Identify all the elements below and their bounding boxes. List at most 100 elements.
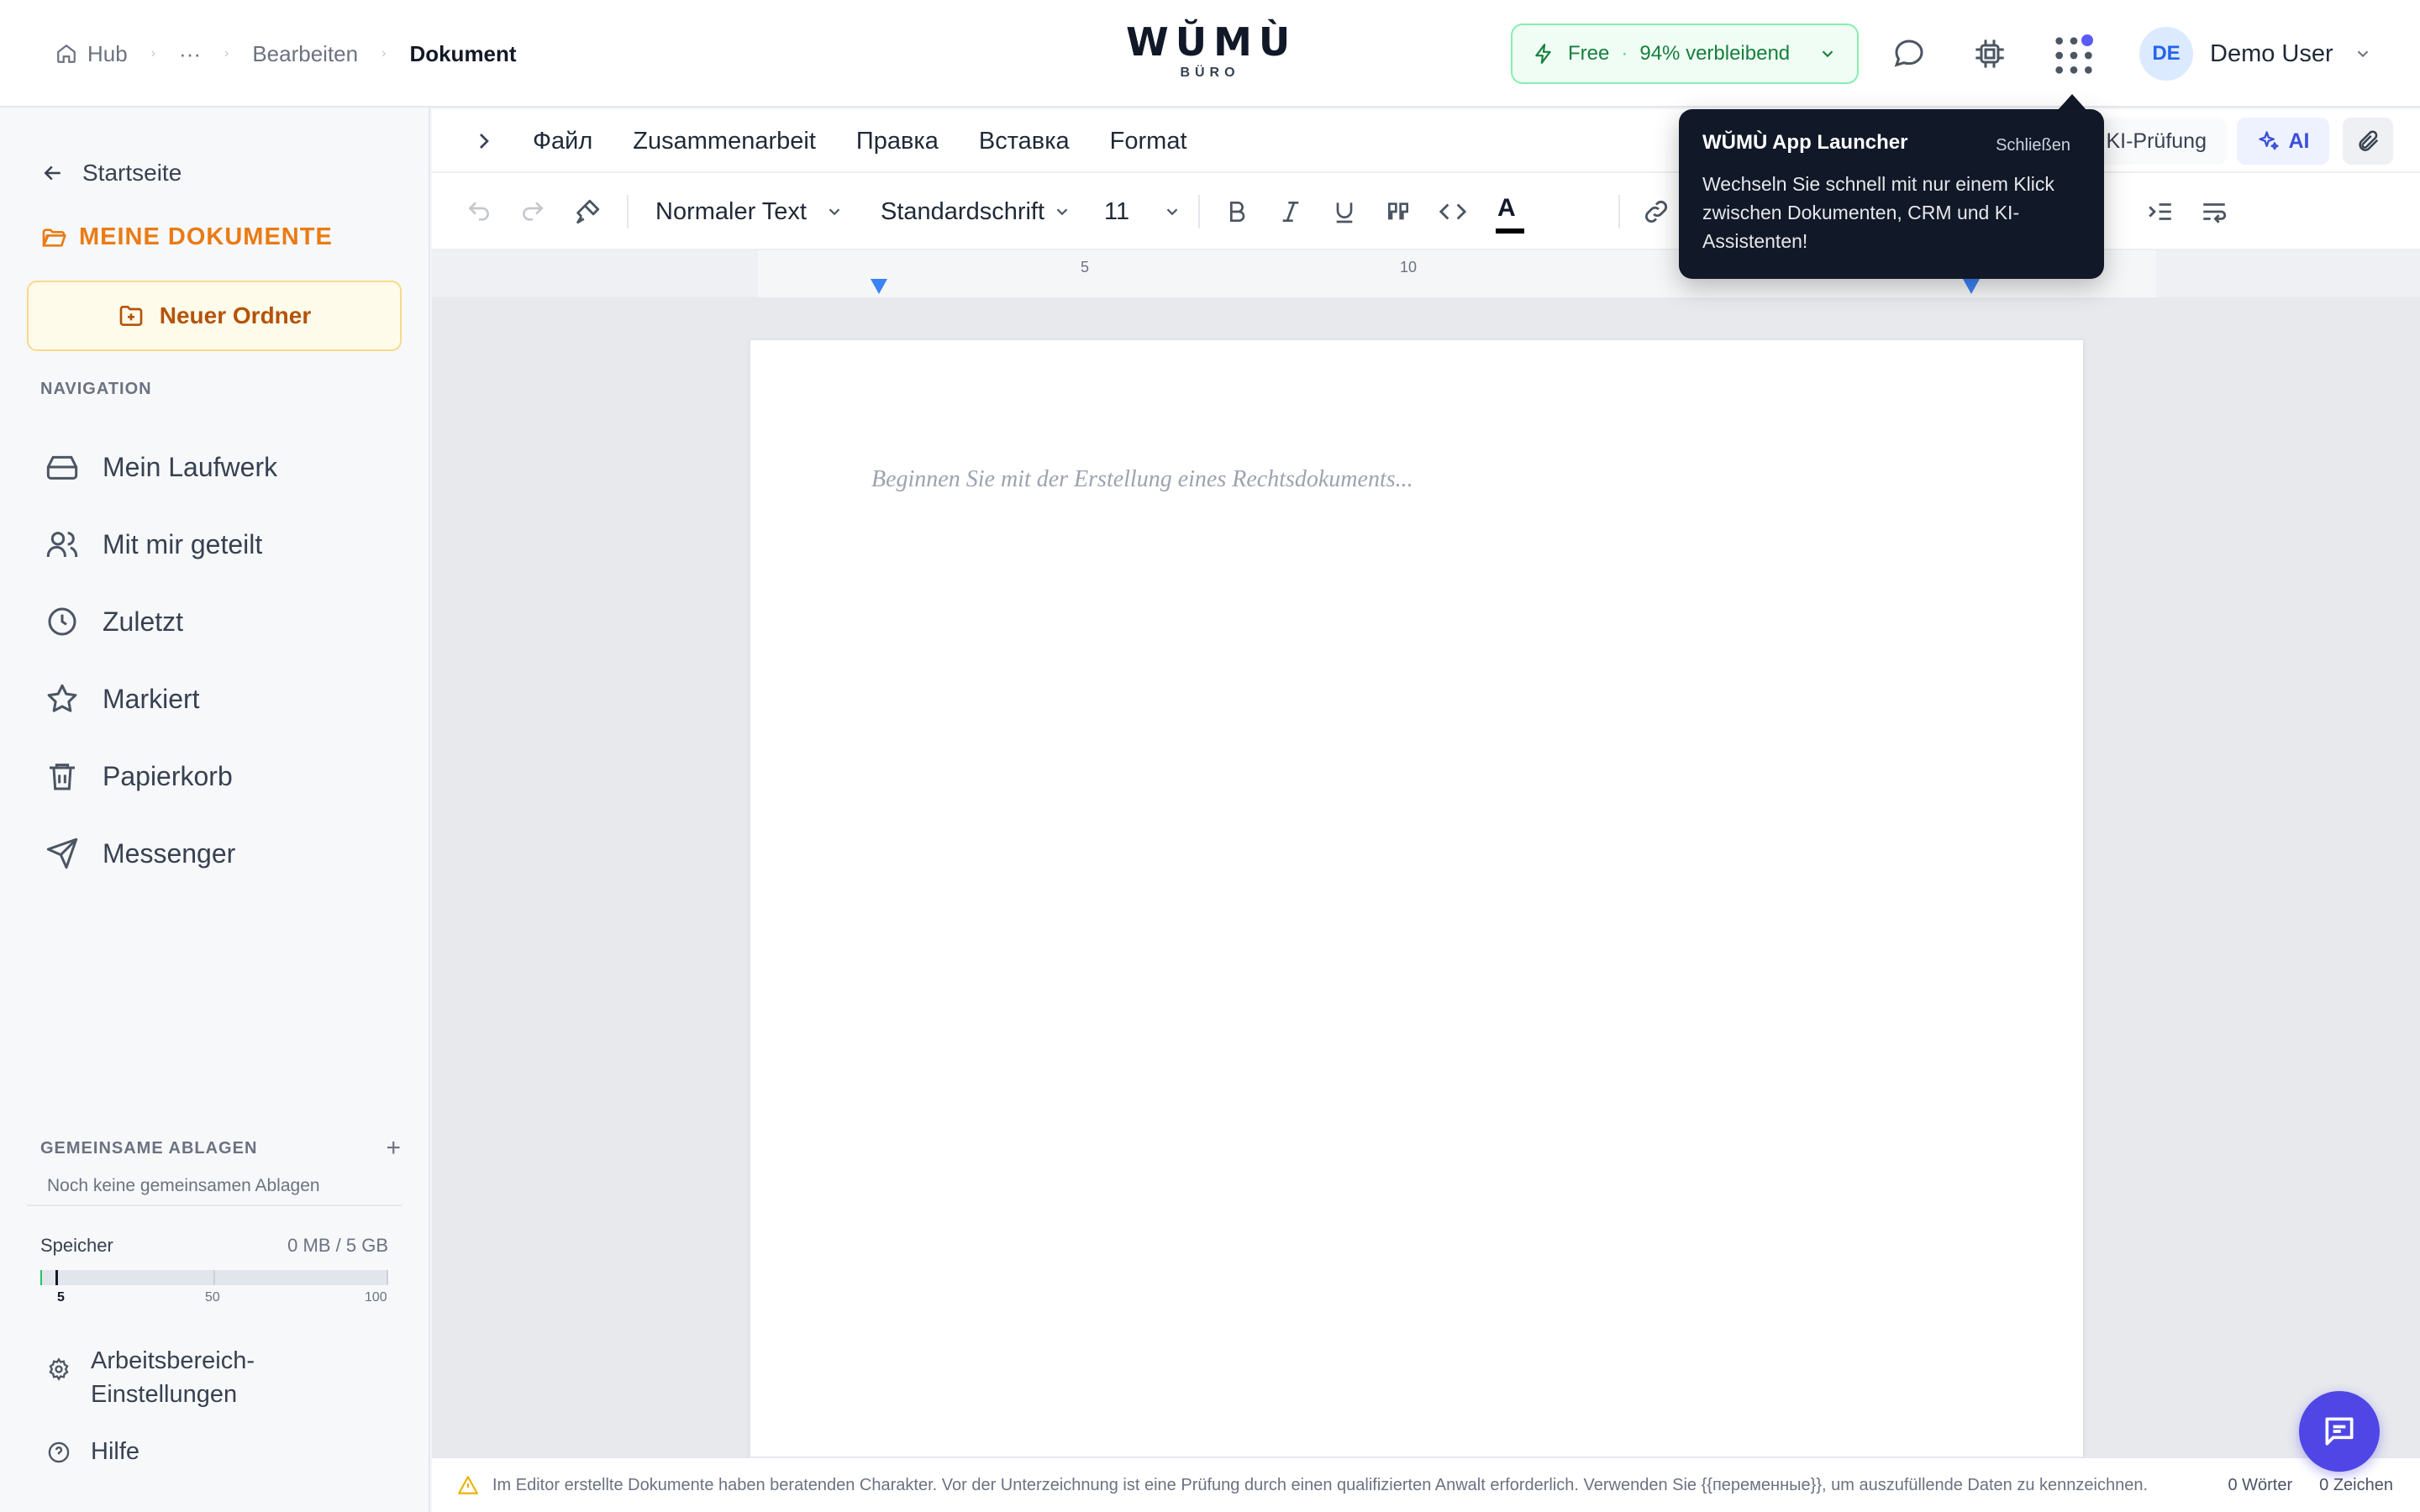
ruler-strip: 5 10 bbox=[432, 250, 2420, 297]
storage-tick bbox=[213, 1270, 215, 1285]
paragraph-style-select[interactable]: Normaler Text bbox=[655, 192, 844, 232]
storage-marker bbox=[55, 1270, 58, 1285]
font-size-select[interactable]: 11 bbox=[1104, 192, 1181, 232]
chevron-right-icon: › bbox=[150, 46, 156, 60]
attachment-button[interactable] bbox=[2343, 118, 2393, 165]
document-canvas: Beginnen Sie mit der Erstellung eines Re… bbox=[432, 297, 2420, 1482]
toolbar-divider bbox=[1618, 195, 1620, 228]
nav-item-recent[interactable]: Zuletzt bbox=[45, 583, 277, 660]
menu-collaboration[interactable]: Zusammenarbeit bbox=[633, 128, 816, 155]
menu-items: Файл Zusammenarbeit Правка Вставка Forma… bbox=[533, 109, 1228, 173]
char-count: 0 Zeichen bbox=[2319, 1475, 2393, 1494]
storage-scale-label: 50 bbox=[205, 1290, 220, 1305]
help-circle-icon bbox=[47, 1441, 91, 1464]
cpu-chip-icon[interactable] bbox=[1970, 34, 2010, 74]
chevron-down-icon bbox=[825, 202, 844, 221]
warning-icon bbox=[457, 1474, 479, 1496]
sidebar: Startseite MEINE DOKUMENTE Neuer Ordner … bbox=[0, 108, 430, 1512]
nav-item-trash[interactable]: Papierkorb bbox=[45, 738, 277, 815]
add-shared-drive-button[interactable]: + bbox=[386, 1134, 402, 1163]
support-chat-button[interactable] bbox=[2299, 1391, 2380, 1472]
left-indent-marker[interactable] bbox=[871, 279, 887, 294]
bold-icon[interactable] bbox=[1223, 192, 1250, 232]
menu-format[interactable]: Format bbox=[1110, 128, 1187, 155]
home-icon bbox=[55, 43, 87, 65]
nav-list: Mein Laufwerk Mit mir geteilt Zuletzt Ma… bbox=[45, 428, 277, 892]
menu-insert[interactable]: Вставка bbox=[979, 128, 1070, 155]
code-icon[interactable] bbox=[1439, 192, 1467, 232]
new-folder-button[interactable]: Neuer Ordner bbox=[27, 281, 402, 351]
back-to-home-link[interactable]: Startseite bbox=[40, 160, 182, 186]
ruler-label: 5 bbox=[1081, 259, 1090, 276]
drive-icon bbox=[45, 450, 103, 484]
workspace-settings-link[interactable]: Arbeitsbereich- Einstellungen bbox=[47, 1344, 255, 1411]
undo-icon[interactable] bbox=[466, 192, 492, 232]
gear-icon bbox=[47, 1344, 91, 1381]
underline-icon[interactable] bbox=[1331, 192, 1358, 232]
user-menu[interactable]: DE Demo User bbox=[2139, 27, 2372, 81]
user-name: Demo User bbox=[2210, 39, 2333, 67]
paperclip-icon bbox=[2355, 129, 2381, 154]
help-link[interactable]: Hilfe bbox=[47, 1438, 139, 1466]
breadcrumb-hub[interactable]: Hub bbox=[55, 41, 128, 67]
legal-notice: Im Editor erstellte Dokumente haben bera… bbox=[492, 1475, 2149, 1494]
chat-bubble-icon[interactable] bbox=[1889, 34, 1929, 74]
folder-open-icon bbox=[40, 224, 79, 251]
nav-item-my-drive[interactable]: Mein Laufwerk bbox=[45, 428, 277, 506]
sparkles-icon bbox=[2257, 129, 2289, 153]
chevron-right-icon: › bbox=[381, 46, 387, 60]
app-logo[interactable]: WŬMÙ BÜRO bbox=[1126, 22, 1294, 81]
format-toolbar: Normaler Text Standardschrift 11 A ab bbox=[432, 173, 2420, 250]
breadcrumb-edit[interactable]: Bearbeiten bbox=[252, 41, 358, 67]
storage-summary: Speicher 0 MB / 5 GB bbox=[40, 1235, 388, 1257]
storage-tick bbox=[387, 1270, 388, 1285]
link-icon[interactable] bbox=[1642, 192, 1670, 232]
divider bbox=[27, 1205, 402, 1206]
storage-value: 0 MB / 5 GB bbox=[287, 1235, 388, 1256]
menu-file[interactable]: Файл bbox=[533, 128, 592, 155]
tooltip-arrow bbox=[2057, 94, 2087, 111]
menu-edit[interactable]: Правка bbox=[856, 128, 939, 155]
text-wrap-icon[interactable] bbox=[2200, 192, 2228, 232]
word-count: 0 Wörter bbox=[2228, 1475, 2293, 1494]
ai-button[interactable]: AI bbox=[2237, 118, 2329, 165]
document-counts: 0 Wörter 0 Zeichen bbox=[2201, 1476, 2393, 1495]
ruler-label: 10 bbox=[1400, 259, 1418, 276]
nav-item-messenger[interactable]: Messenger bbox=[45, 815, 277, 892]
chevron-down-icon bbox=[1163, 202, 1181, 221]
plan-remaining: 94% verbleibend bbox=[1639, 42, 1791, 65]
breadcrumb-ellipsis[interactable]: ··· bbox=[179, 41, 201, 67]
app-launcher-tooltip: WŬMÙ App Launcher Schließen Wechseln Sie… bbox=[1679, 109, 2104, 279]
italic-icon[interactable] bbox=[1277, 192, 1304, 232]
quote-icon[interactable] bbox=[1385, 192, 1412, 232]
font-family-select[interactable]: Standardschrift bbox=[881, 192, 1071, 232]
breadcrumb: Hub › ··· › Bearbeiten › Dokument bbox=[55, 34, 517, 74]
paint-format-icon[interactable] bbox=[573, 192, 602, 232]
redo-icon[interactable] bbox=[519, 192, 546, 232]
document-placeholder[interactable]: Beginnen Sie mit der Erstellung eines Re… bbox=[871, 466, 1413, 493]
users-icon bbox=[45, 528, 103, 561]
right-indent-marker[interactable] bbox=[1963, 279, 1980, 294]
nav-item-starred[interactable]: Markiert bbox=[45, 660, 277, 738]
chevron-right-icon: › bbox=[224, 46, 229, 60]
document-page[interactable]: Beginnen Sie mit der Erstellung eines Re… bbox=[750, 339, 2084, 1482]
storage-label: Speicher bbox=[40, 1235, 113, 1256]
top-header: Hub › ··· › Bearbeiten › Dokument WŬMÙ B… bbox=[0, 0, 2420, 108]
arrow-left-icon bbox=[40, 160, 82, 186]
text-color-swatch bbox=[1496, 228, 1524, 234]
plan-badge[interactable]: Free · 94% verbleibend bbox=[1511, 24, 1859, 84]
star-icon bbox=[45, 682, 103, 716]
lightning-icon bbox=[1533, 43, 1555, 65]
status-bar: Im Editor erstellte Dokumente haben bera… bbox=[432, 1457, 2420, 1512]
shared-drives-empty: Noch keine gemeinsamen Ablagen bbox=[47, 1176, 320, 1195]
text-color-button[interactable]: A bbox=[1497, 188, 1516, 228]
tooltip-close-button[interactable]: Schließen bbox=[1996, 136, 2070, 155]
shared-drives-heading: GEMEINSAME ABLAGEN + bbox=[40, 1134, 402, 1163]
nav-item-shared-with-me[interactable]: Mit mir geteilt bbox=[45, 506, 277, 583]
storage-progress-bar bbox=[40, 1270, 388, 1285]
chevron-right-icon[interactable] bbox=[471, 128, 497, 155]
indent-icon[interactable] bbox=[2146, 192, 2175, 232]
storage-scale-label: 100 bbox=[365, 1290, 387, 1305]
my-documents-heading[interactable]: MEINE DOKUMENTE bbox=[40, 223, 333, 251]
editor-menu-bar: Файл Zusammenarbeit Правка Вставка Forma… bbox=[432, 109, 2420, 173]
